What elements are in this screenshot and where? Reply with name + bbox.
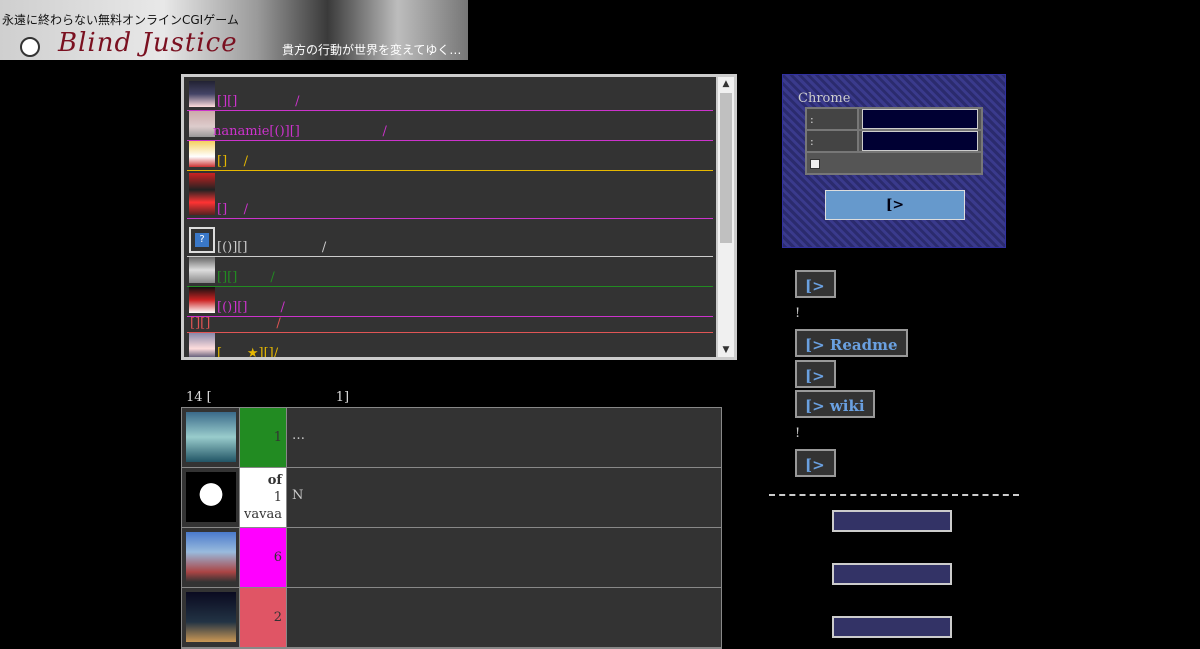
chat-message-text: [] / bbox=[217, 154, 249, 169]
wiki-button[interactable]: [> wiki bbox=[795, 390, 875, 418]
table-row: of 1 vavaa N bbox=[182, 468, 721, 528]
avatar[interactable] bbox=[189, 81, 215, 107]
chat-message: [ ★][]/ bbox=[187, 333, 713, 357]
chat-scrollbar[interactable]: ▲ ▼ bbox=[718, 77, 734, 357]
avatar[interactable] bbox=[189, 333, 215, 357]
site-logo: Blind Justice bbox=[58, 28, 238, 58]
clock-icon bbox=[20, 37, 40, 57]
site-banner[interactable]: 永遠に終わらない無料オンラインCGIゲーム Blind Justice 貴方の行… bbox=[0, 0, 468, 60]
ranking-title: 14 [ 1] bbox=[186, 390, 350, 405]
rank-cell: 2 bbox=[239, 588, 287, 647]
browser-note: Chrome bbox=[798, 91, 851, 106]
rank-value: 1 bbox=[273, 430, 282, 445]
chat-message-text: [][] / bbox=[190, 316, 281, 331]
side-link-button[interactable]: [> bbox=[795, 449, 836, 477]
chat-message: ? [()][] / bbox=[187, 227, 713, 257]
avatar[interactable] bbox=[189, 257, 215, 283]
chat-message: [] / bbox=[187, 141, 713, 171]
password-label: : bbox=[805, 129, 859, 153]
id-label: : bbox=[805, 107, 859, 131]
thumbnail[interactable] bbox=[186, 472, 236, 522]
chat-message-text: [ ★][]/ bbox=[217, 346, 279, 357]
remember-checkbox[interactable] bbox=[810, 159, 820, 169]
banner-tagline: 永遠に終わらない無料オンラインCGIゲーム bbox=[2, 13, 239, 27]
ranking-table: 1 … of 1 vavaa N 6 2 bbox=[181, 407, 722, 649]
side-link-button[interactable]: [> bbox=[795, 360, 836, 388]
chat-log: [][] / nanamie[()][] / [] / [] / ? [()][… bbox=[181, 74, 737, 360]
login-panel: Chrome : : [> bbox=[782, 74, 1006, 248]
rank-value: 1 bbox=[273, 490, 282, 505]
rank-cell: of 1 vavaa bbox=[239, 468, 287, 527]
divider bbox=[187, 170, 713, 171]
login-form: : : bbox=[805, 107, 983, 175]
notice-text: ! bbox=[795, 306, 801, 321]
side-link-button[interactable]: [> bbox=[795, 270, 836, 298]
thumbnail[interactable] bbox=[186, 412, 236, 462]
readme-button[interactable]: [> Readme bbox=[795, 329, 908, 357]
scroll-up-icon[interactable]: ▲ bbox=[718, 77, 734, 91]
id-input[interactable] bbox=[862, 109, 978, 129]
chat-message-text: [()][] / bbox=[217, 240, 327, 255]
rank-cell: 1 bbox=[239, 408, 287, 467]
rank-value: 2 bbox=[273, 610, 282, 625]
row-note: N bbox=[292, 488, 304, 503]
nav-banner[interactable] bbox=[832, 563, 952, 585]
unknown-avatar-icon[interactable]: ? bbox=[189, 227, 215, 253]
chat-message-text: [][] / bbox=[217, 270, 275, 285]
thumbnail[interactable] bbox=[186, 532, 236, 582]
notice-text: ! bbox=[795, 426, 801, 441]
rank-cell: 6 bbox=[239, 528, 287, 587]
divider bbox=[187, 218, 713, 219]
avatar[interactable] bbox=[189, 173, 215, 215]
password-input[interactable] bbox=[862, 131, 978, 151]
chat-message: [] / bbox=[187, 173, 713, 219]
chat-message-text: [] / bbox=[217, 202, 249, 217]
chat-message-text: [][] / bbox=[217, 94, 300, 109]
table-row: 1 … bbox=[182, 408, 721, 468]
chat-messages: [][] / nanamie[()][] / [] / [] / ? [()][… bbox=[184, 77, 716, 357]
chat-message: [][] / bbox=[187, 81, 713, 111]
banner-slogan: 貴方の行動が世界を変えてゆく… bbox=[282, 43, 462, 57]
divider bbox=[769, 494, 1019, 496]
chat-message: [][] / bbox=[187, 305, 713, 333]
nav-banner[interactable] bbox=[832, 510, 952, 532]
rank-value: 6 bbox=[273, 550, 282, 565]
avatar[interactable] bbox=[189, 111, 215, 137]
row-note: … bbox=[292, 428, 305, 443]
rank-extra-top: of bbox=[267, 473, 282, 488]
table-row: 2 bbox=[182, 588, 721, 648]
chat-message: [][] / bbox=[187, 257, 713, 287]
chat-message: nanamie[()][] / bbox=[187, 111, 713, 141]
login-button[interactable]: [> bbox=[825, 190, 965, 220]
avatar[interactable] bbox=[189, 141, 215, 167]
thumbnail[interactable] bbox=[186, 592, 236, 642]
rank-extra-bottom: vavaa bbox=[244, 507, 282, 522]
nav-banner[interactable] bbox=[832, 616, 952, 638]
scroll-down-icon[interactable]: ▼ bbox=[718, 343, 734, 357]
chat-message-text: nanamie[()][] / bbox=[213, 124, 387, 139]
table-row: 6 bbox=[182, 528, 721, 588]
scroll-thumb[interactable] bbox=[720, 93, 732, 243]
